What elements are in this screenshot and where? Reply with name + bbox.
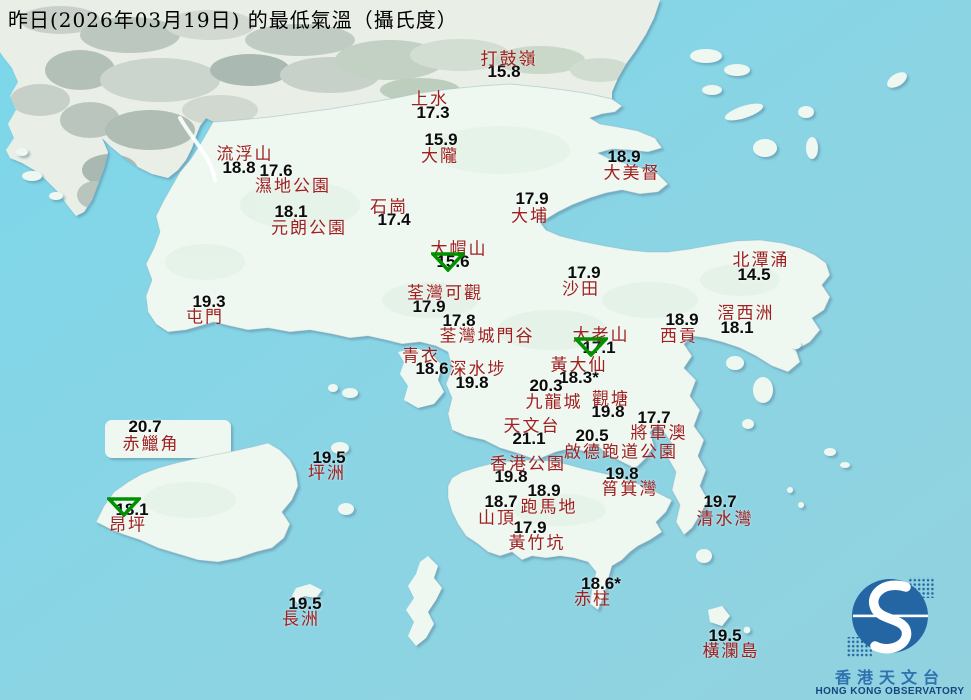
station-name: 啟德跑道公園	[564, 442, 678, 463]
hko-logo-chinese-name: 香港天文台	[834, 668, 945, 687]
station-name: 赤鱲角	[122, 434, 180, 455]
station-name: 石崗	[370, 197, 408, 218]
station-name: 黃竹坑	[508, 533, 566, 554]
station-name: 打鼓嶺	[480, 49, 538, 70]
station-name: 沙田	[562, 279, 600, 300]
station-name: 香港公園	[490, 454, 566, 475]
hko-logo-english-name: HONG KONG OBSERVATORY	[815, 686, 965, 697]
station-name: 筲箕灣	[601, 479, 659, 500]
station-name: 北潭涌	[732, 250, 790, 271]
min-temperature-map-screen: 昨日(2026年03月19日) 的最低氣溫（攝氏度） 15.8 打鼓嶺 17.3 上水…	[0, 0, 971, 700]
station-name: 坪洲	[308, 463, 346, 484]
station-name: 上水	[411, 89, 449, 110]
station-name: 滘西洲	[717, 303, 775, 324]
station-name: 荃灣城門谷	[439, 326, 535, 347]
station-name: 跑馬地	[520, 497, 578, 518]
station-name: 山頂	[478, 508, 516, 529]
station-name: 九龍城	[525, 392, 583, 413]
station-name: 元朗公園	[271, 218, 347, 239]
station-name: 大隴	[421, 146, 459, 167]
station-name: 昂坪	[109, 515, 147, 536]
station-name: 長洲	[282, 609, 320, 630]
station-name: 屯門	[186, 307, 224, 328]
station-name: 橫瀾島	[702, 641, 760, 662]
station-name: 赤柱	[574, 589, 612, 610]
station-name: 深水埗	[449, 359, 507, 380]
station-name: 黃大仙	[550, 355, 608, 376]
station-name: 大老山	[572, 325, 630, 346]
station-name: 觀塘	[592, 389, 630, 410]
station-name: 濕地公園	[255, 176, 331, 197]
station-name: 大帽山	[430, 239, 488, 260]
station-name: 大埔	[511, 206, 549, 227]
station-name: 青衣	[402, 346, 440, 367]
station-name: 西貢	[660, 326, 698, 347]
station-name: 天文台	[503, 416, 561, 437]
hko-emblem-icon	[846, 577, 934, 658]
station-name: 大美督	[603, 163, 661, 184]
station-name: 清水灣	[696, 509, 754, 530]
station-name: 荃灣可觀	[407, 283, 483, 304]
hko-logo: 香港天文台 HONG KONG OBSERVATORY	[815, 565, 965, 698]
